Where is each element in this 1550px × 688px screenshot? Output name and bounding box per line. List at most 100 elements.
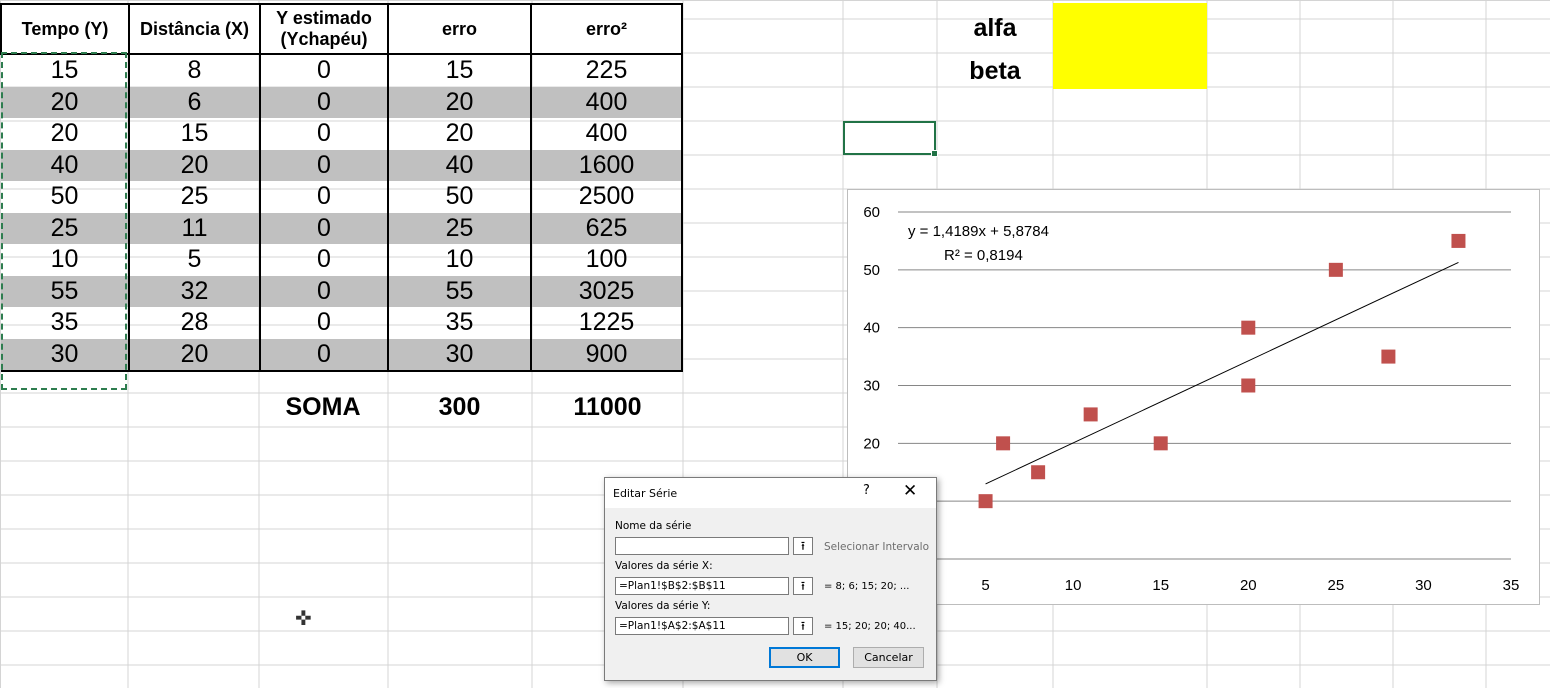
alfa-beta-cells[interactable] [1053,3,1207,89]
collapse-range-icon[interactable]: ⭱ [793,577,813,595]
table-cell[interactable]: 15 [128,118,261,150]
table-cell[interactable]: 900 [530,338,683,372]
table-row: 20 15 0 20 400 [1,118,683,150]
table-cell[interactable]: 0 [259,307,389,339]
table-cell[interactable]: 20 [128,149,261,181]
table-cell[interactable]: 30 [387,338,532,372]
x-tick-label: 10 [1065,577,1082,594]
trendline-equation: y = 1,4189x + 5,8784 [908,223,1049,240]
table-cell[interactable]: 35 [1,307,130,339]
y-tick-label: 60 [863,204,880,221]
table-cell[interactable]: 50 [387,181,532,213]
table-cell[interactable]: 55 [1,275,130,307]
x-values-preview: = 8; 6; 15; 20; ... [824,581,910,592]
data-point [1153,436,1168,451]
y-tick-label: 40 [863,320,880,337]
table-cell[interactable]: 5 [128,244,261,276]
table-row: 25 11 0 25 625 [1,212,683,244]
table-cell[interactable]: 2500 [530,181,683,213]
table-cell[interactable]: 0 [259,244,389,276]
y-tick-label: 30 [863,378,880,395]
header-distancia[interactable]: Distância (X) [128,3,261,55]
series-name-hint: Selecionar Intervalo [824,541,929,553]
sum-label[interactable]: SOMA [259,393,387,422]
x-tick-label: 25 [1328,577,1345,594]
header-tempo[interactable]: Tempo (Y) [0,3,130,55]
dialog-titlebar[interactable]: Editar Série ? ✕ [605,478,936,508]
data-point [1083,407,1098,422]
table-cell[interactable]: 0 [259,181,389,213]
table-cell[interactable]: 40 [387,149,532,181]
table-cell[interactable]: 400 [530,118,683,150]
table-cell[interactable]: 15 [387,54,532,87]
table-cell[interactable]: 10 [1,244,130,276]
x-tick-label: 15 [1152,577,1169,594]
table-cell[interactable]: 1600 [530,149,683,181]
table-cell[interactable]: 10 [387,244,532,276]
x-values-label: Valores da série X: [615,560,713,572]
collapse-range-icon[interactable]: ⭱ [793,617,813,635]
help-icon[interactable]: ? [863,483,870,498]
table-cell[interactable]: 20 [1,86,130,118]
table-cell[interactable]: 0 [259,338,389,372]
x-tick-label: 20 [1240,577,1257,594]
table-cell[interactable]: 25 [387,212,532,244]
collapse-range-icon[interactable]: ⭱ [793,537,813,555]
table-cell[interactable]: 40 [1,149,130,181]
table-cell[interactable]: 55 [387,275,532,307]
table-cell[interactable]: 6 [128,86,261,118]
table-cell[interactable]: 15 [1,54,130,87]
table-cell[interactable]: 0 [259,275,389,307]
y-values-input[interactable]: =Plan1!$A$2:$A$11 [615,617,789,635]
header-erro2[interactable]: erro² [530,3,683,55]
table-cell[interactable]: 0 [259,54,389,87]
table-cell[interactable]: 11 [128,212,261,244]
table-cell[interactable]: 8 [128,54,261,87]
active-cell[interactable] [843,121,938,157]
table-cell[interactable]: 400 [530,86,683,118]
table-cell[interactable]: 3025 [530,275,683,307]
data-point [996,436,1011,451]
table-cell[interactable]: 30 [1,338,130,372]
header-y-estimado[interactable]: Y estimado (Ychapéu) [259,3,389,55]
table-row: 55 32 0 55 3025 [1,275,683,307]
x-tick-label: 5 [981,577,989,594]
table-cell[interactable]: 0 [259,86,389,118]
table-row: 20 6 0 20 400 [1,86,683,118]
table-cell[interactable]: 50 [1,181,130,213]
table-cell[interactable]: 25 [1,212,130,244]
table-cell[interactable]: 625 [530,212,683,244]
table-cell[interactable]: 35 [387,307,532,339]
table-cell[interactable]: 100 [530,244,683,276]
table-cell[interactable]: 225 [530,54,683,87]
series-name-label: Nome da série [615,520,692,532]
data-point [978,494,993,509]
series-name-input[interactable] [615,537,789,555]
table-cell[interactable]: 0 [259,149,389,181]
cancel-button[interactable]: Cancelar [853,647,924,668]
header-erro[interactable]: erro [387,3,532,55]
sum-erro2[interactable]: 11000 [532,393,683,422]
y-tick-label: 20 [863,435,880,452]
table-cell[interactable]: 25 [128,181,261,213]
table-row: 30 20 0 30 900 [1,338,683,372]
scatter-chart[interactable]: 20 30 40 50 60 5 10 15 20 25 30 35 y = 1,4189x + 5,… [847,189,1540,605]
data-table: Tempo (Y) Distância (X) Y estimado (Ycha… [0,3,683,372]
table-cell[interactable]: 20 [128,338,261,372]
ok-button[interactable]: OK [769,647,840,668]
close-icon[interactable]: ✕ [903,481,917,501]
table-cell[interactable]: 1225 [530,307,683,339]
cell-cursor-icon: ✜ [295,608,312,630]
x-values-input[interactable]: =Plan1!$B$2:$B$11 [615,577,789,595]
table-cell[interactable]: 0 [259,212,389,244]
table-cell[interactable]: 20 [387,118,532,150]
alfa-label[interactable]: alfa [937,14,1053,43]
table-cell[interactable]: 28 [128,307,261,339]
table-cell[interactable]: 0 [259,118,389,150]
beta-label[interactable]: beta [937,57,1053,86]
sum-erro[interactable]: 300 [388,393,531,422]
table-cell[interactable]: 20 [1,118,130,150]
table-row: 35 28 0 35 1225 [1,307,683,339]
table-cell[interactable]: 20 [387,86,532,118]
table-cell[interactable]: 32 [128,275,261,307]
